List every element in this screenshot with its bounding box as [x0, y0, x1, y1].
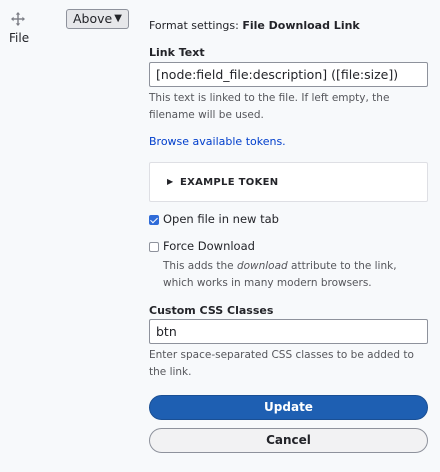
- link-text-description: This text is linked to the file. If left…: [149, 92, 390, 121]
- link-text-input[interactable]: [node:field_file:description] ([file:siz…: [149, 62, 428, 87]
- browse-tokens-link[interactable]: Browse available tokens.: [149, 135, 286, 148]
- label-display-select[interactable]: Above ▼: [66, 9, 129, 29]
- drag-handle-icon[interactable]: [11, 11, 25, 26]
- force-download-description: This adds the download attribute to the …: [163, 260, 397, 289]
- force-download-checkbox[interactable]: [149, 242, 159, 252]
- css-classes-description: Enter space-separated CSS classes to be …: [149, 349, 414, 378]
- example-token-summary: EXAMPLE TOKEN: [180, 177, 279, 188]
- disclosure-triangle-icon: ▶: [167, 177, 174, 186]
- example-token-details[interactable]: ▶ EXAMPLE TOKEN: [149, 162, 428, 202]
- chevron-down-icon: ▼: [114, 13, 122, 24]
- link-text-label: Link Text: [149, 46, 205, 59]
- update-button[interactable]: Update: [149, 395, 428, 420]
- field-row-label-column: File Above ▼: [0, 0, 143, 472]
- force-download-label[interactable]: Force Download: [163, 239, 255, 253]
- field-name-label: File: [9, 31, 30, 45]
- format-settings-title: Format settings: File Download Link: [149, 19, 360, 32]
- cancel-button[interactable]: Cancel: [149, 428, 428, 453]
- label-display-value: Above: [73, 11, 113, 26]
- open-new-tab-checkbox[interactable]: [149, 215, 159, 225]
- css-classes-input[interactable]: btn: [149, 319, 428, 344]
- css-classes-label: Custom CSS Classes: [149, 304, 274, 317]
- open-new-tab-label[interactable]: Open file in new tab: [163, 212, 279, 226]
